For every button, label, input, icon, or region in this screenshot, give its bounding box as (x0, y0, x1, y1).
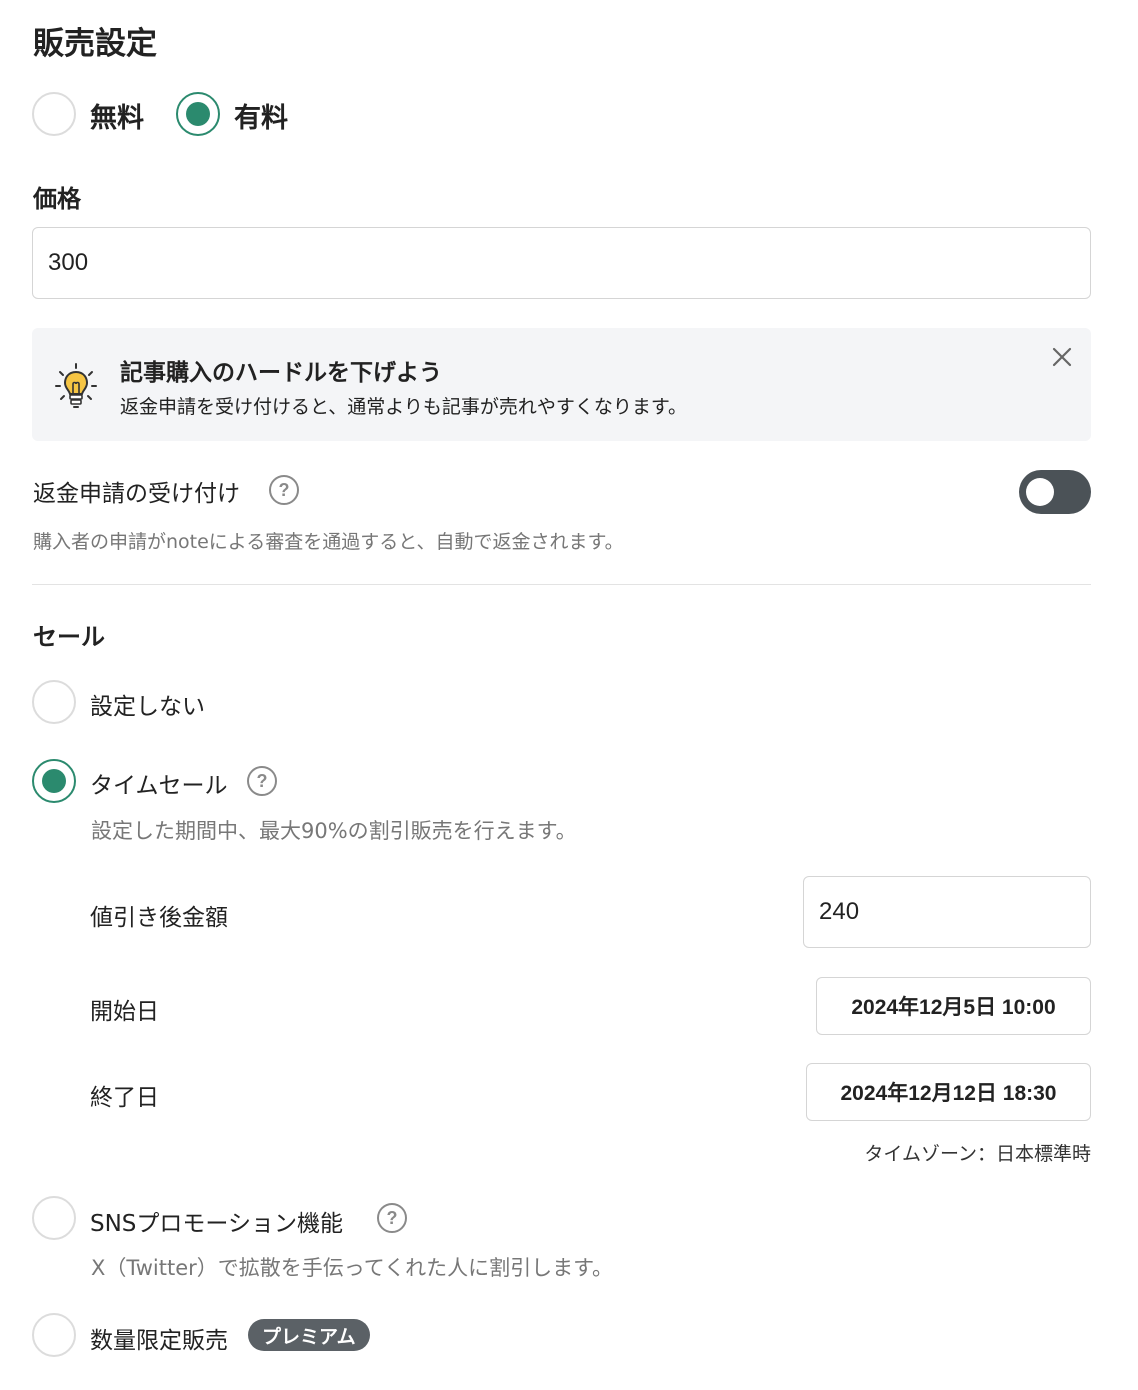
radio-limited-quantity[interactable] (32, 1313, 76, 1357)
help-icon[interactable]: ? (377, 1203, 407, 1233)
radio-sale-none-label[interactable]: 設定しない (90, 687, 205, 721)
close-icon[interactable] (1049, 344, 1075, 370)
end-date-label: 終了日 (90, 1085, 159, 1111)
radio-time-sale[interactable] (32, 759, 76, 803)
radio-limited-quantity-label[interactable]: 数量限定販売 (90, 1321, 228, 1355)
premium-badge: プレミアム (248, 1319, 370, 1351)
refund-description: 購入者の申請がnoteによる審査を通過すると、自動で返金されます。 (33, 531, 624, 553)
tip-body: 返金申請を受け付けると、通常よりも記事が売れやすくなります。 (120, 396, 687, 418)
radio-free-label[interactable]: 無料 (90, 96, 144, 135)
lightbulb-icon (54, 362, 98, 410)
start-date-button[interactable]: 2024年12月5日 10:00 (816, 977, 1091, 1035)
time-sale-description: 設定した期間中、最大90%の割引販売を行えます。 (91, 819, 577, 843)
price-input[interactable]: 300 (32, 227, 1091, 299)
help-icon[interactable]: ? (247, 766, 277, 796)
radio-sale-none[interactable] (32, 680, 76, 724)
divider (32, 584, 1091, 585)
radio-free[interactable] (32, 92, 76, 136)
discount-price-label: 値引き後金額 (90, 905, 228, 931)
refund-toggle[interactable] (1019, 470, 1091, 514)
tip-title: 記事購入のハードルを下げよう (120, 360, 442, 386)
refund-label: 返金申請の受け付け (33, 481, 240, 507)
help-icon[interactable]: ? (269, 475, 299, 505)
radio-time-sale-label[interactable]: タイムセール (90, 766, 228, 800)
discount-price-input[interactable]: 240 (803, 876, 1091, 948)
price-label: 価格 (33, 185, 81, 213)
end-date-button[interactable]: 2024年12月12日 18:30 (806, 1063, 1091, 1121)
toggle-knob (1026, 478, 1054, 506)
start-date-label: 開始日 (90, 999, 159, 1025)
radio-paid[interactable] (176, 92, 220, 136)
radio-sns-promotion[interactable] (32, 1196, 76, 1240)
sale-title: セール (33, 623, 105, 651)
radio-sns-promotion-label[interactable]: SNSプロモーション機能 (90, 1204, 343, 1238)
radio-paid-label[interactable]: 有料 (234, 96, 288, 135)
page-title: 販売設定 (33, 26, 157, 62)
timezone-note: タイムゾーン：日本標準時 (864, 1143, 1091, 1165)
sns-promotion-description: X（Twitter）で拡散を手伝ってくれた人に割引します。 (91, 1256, 613, 1280)
